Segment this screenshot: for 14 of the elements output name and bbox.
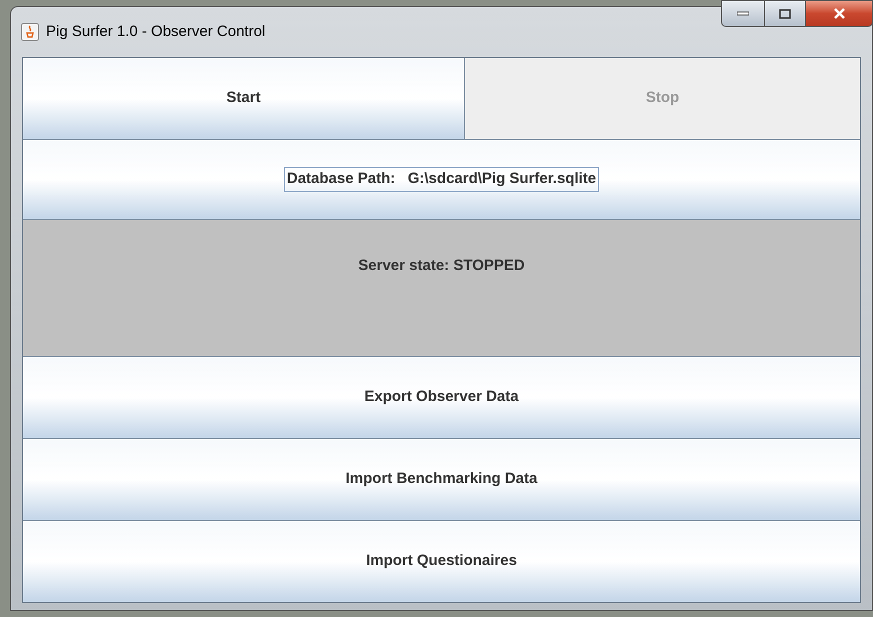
app-icon — [21, 23, 39, 42]
maximize-icon — [779, 8, 791, 18]
minimize-button[interactable] — [721, 0, 765, 27]
action-button[interactable]: Import Questionaires — [23, 520, 860, 602]
close-button[interactable] — [805, 0, 873, 27]
minimize-icon — [737, 11, 749, 16]
server-state-label: Server state: STOPPED — [358, 256, 525, 276]
action-button[interactable]: Export Observer Data — [23, 356, 860, 438]
action-button[interactable]: Import Benchmarking Data — [23, 438, 860, 520]
close-icon — [832, 8, 846, 19]
maximize-button[interactable] — [765, 0, 805, 27]
start-button[interactable]: Start — [23, 58, 465, 139]
database-path-button[interactable]: Database Path: G:\sdcard\Pig Surfer.sqlite — [284, 167, 600, 192]
window-title: Pig Surfer 1.0 - Observer Control — [46, 22, 266, 42]
